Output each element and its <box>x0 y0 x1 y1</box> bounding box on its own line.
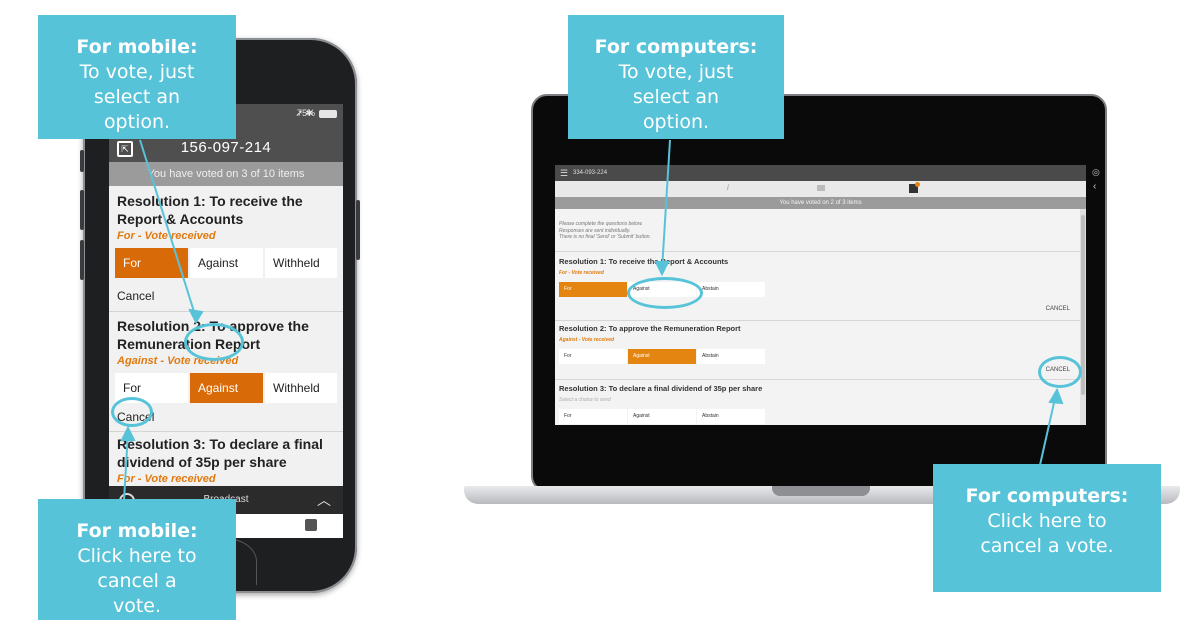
callout-body: To vote, just select an option. <box>618 61 734 133</box>
callout-body: Click here to cancel a vote. <box>77 545 197 617</box>
callout-heading: For computers: <box>965 485 1129 507</box>
callout-computer-cancel: For computers: Click here to cancel a vo… <box>933 464 1161 592</box>
callout-heading: For mobile: <box>76 520 198 542</box>
callout-computer-select: For computers: To vote, just select an o… <box>568 15 784 139</box>
callout-mobile-select: For mobile: To vote, just select an opti… <box>38 15 236 139</box>
callout-body: Click here to cancel a vote. <box>980 510 1114 557</box>
callout-heading: For computers: <box>594 36 758 58</box>
callout-body: To vote, just select an option. <box>79 61 195 133</box>
callout-mobile-cancel: For mobile: Click here to cancel a vote. <box>38 499 236 620</box>
callout-heading: For mobile: <box>76 36 198 58</box>
